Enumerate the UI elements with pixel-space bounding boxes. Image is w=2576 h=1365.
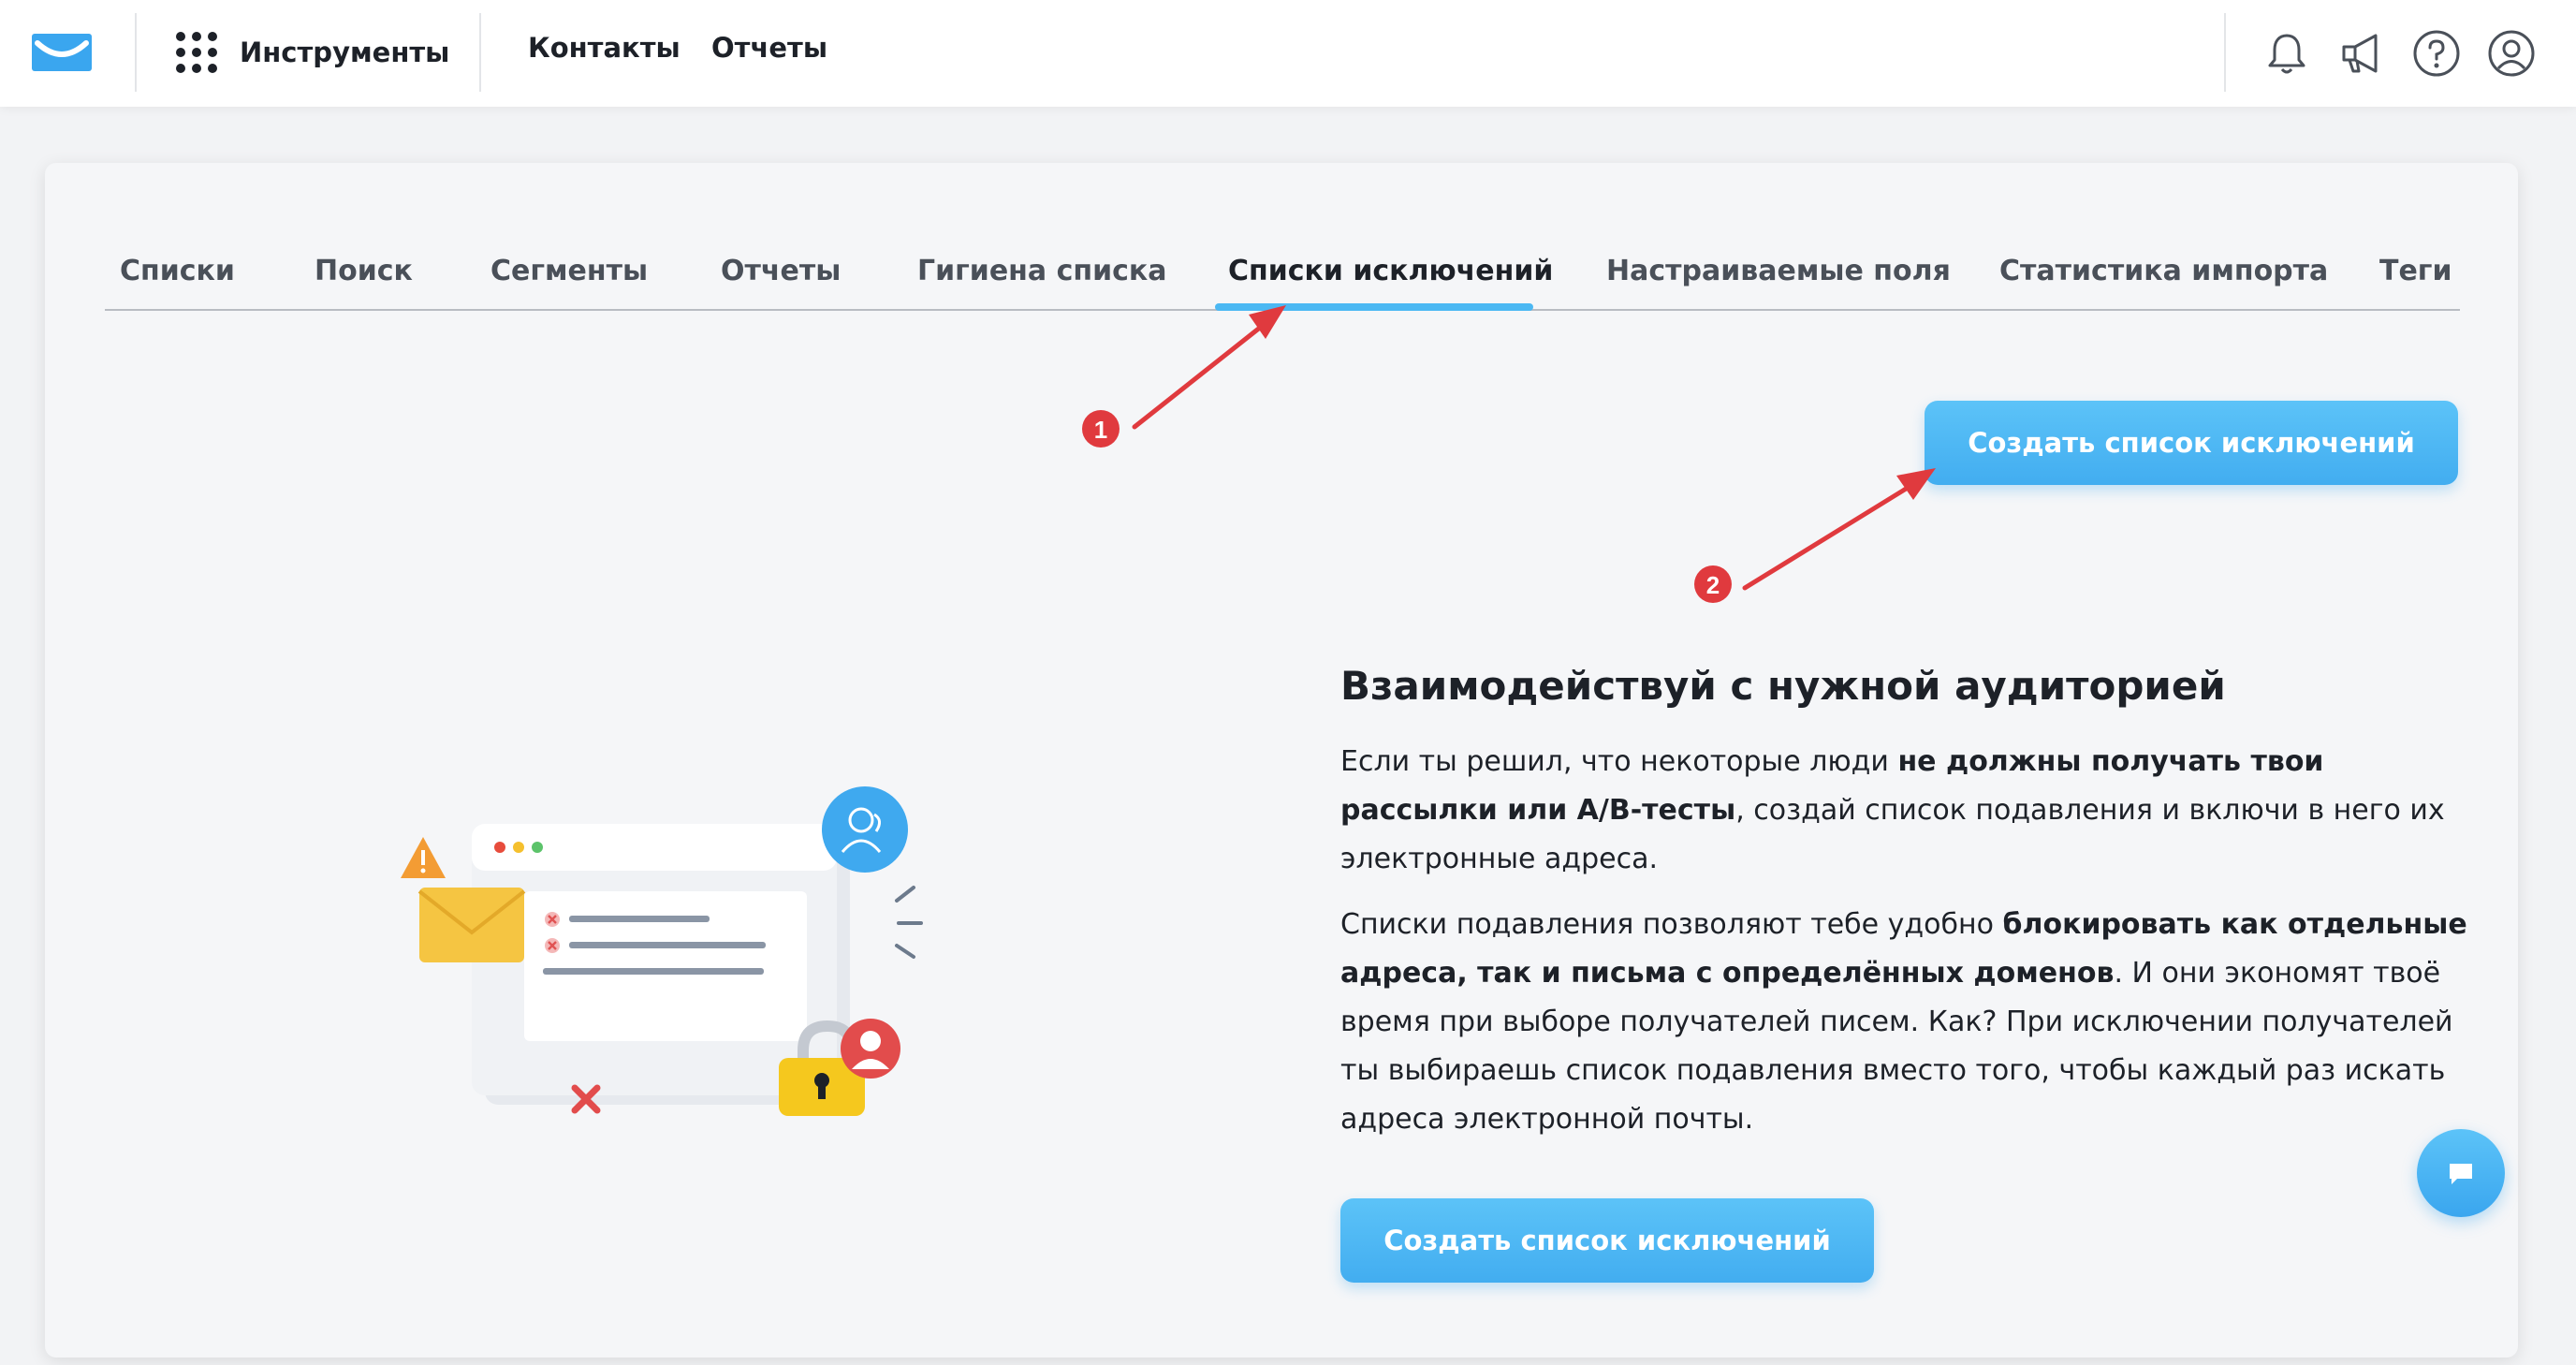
users-badge-icon xyxy=(822,786,908,873)
bell-icon[interactable] xyxy=(2261,28,2312,79)
tab-custom-fields[interactable]: Настраиваемые поля xyxy=(1606,255,1951,287)
chat-bubble-icon xyxy=(2450,1164,2472,1184)
tab-search[interactable]: Поиск xyxy=(315,255,413,287)
main-card: Списки Поиск Сегменты Отчеты Гигиена спи… xyxy=(45,163,2518,1358)
create-suppression-list-button-bottom[interactable]: Создать список исключений xyxy=(1340,1198,1874,1283)
tab-segments[interactable]: Сегменты xyxy=(490,255,648,287)
active-tab-indicator xyxy=(1215,303,1533,311)
nav-reports[interactable]: Отчеты xyxy=(711,32,827,64)
chat-button[interactable] xyxy=(2417,1129,2505,1217)
tab-suppression-lists[interactable]: Списки исключений xyxy=(1228,255,1553,287)
blocked-user-icon xyxy=(841,1019,900,1079)
divider xyxy=(135,13,137,92)
top-bar: Инструменты Контакты Отчеты xyxy=(0,0,2576,107)
tab-import-stats[interactable]: Статистика импорта xyxy=(1999,255,2328,287)
tools-label: Инструменты xyxy=(240,37,450,68)
tab-lists[interactable]: Списки xyxy=(120,255,235,287)
description-paragraph-1: Если ты решил, что некоторые люди не дол… xyxy=(1340,745,2445,875)
envelope-logo-icon[interactable] xyxy=(32,34,92,71)
megaphone-icon[interactable] xyxy=(2336,28,2387,79)
blocked-lines-icon xyxy=(895,886,923,959)
suppression-illustration xyxy=(401,786,923,1116)
apps-grid-icon xyxy=(176,32,217,73)
tab-list-hygiene[interactable]: Гигиена списка xyxy=(917,255,1167,287)
nav-contacts[interactable]: Контакты xyxy=(528,32,681,64)
page-headline: Взаимодействуй с нужной аудиторией xyxy=(1340,663,2226,709)
help-icon[interactable] xyxy=(2411,28,2462,79)
user-icon[interactable] xyxy=(2486,28,2537,79)
tab-tags[interactable]: Теги xyxy=(2379,255,2452,287)
create-suppression-list-button[interactable]: Создать список исключений xyxy=(1925,401,2458,485)
divider xyxy=(479,13,481,92)
divider xyxy=(2224,13,2226,92)
tab-reports[interactable]: Отчеты xyxy=(721,255,841,287)
tools-menu[interactable]: Инструменты xyxy=(176,28,449,77)
description-paragraph-2: Списки подавления позволяют тебе удобно … xyxy=(1340,908,2467,1136)
